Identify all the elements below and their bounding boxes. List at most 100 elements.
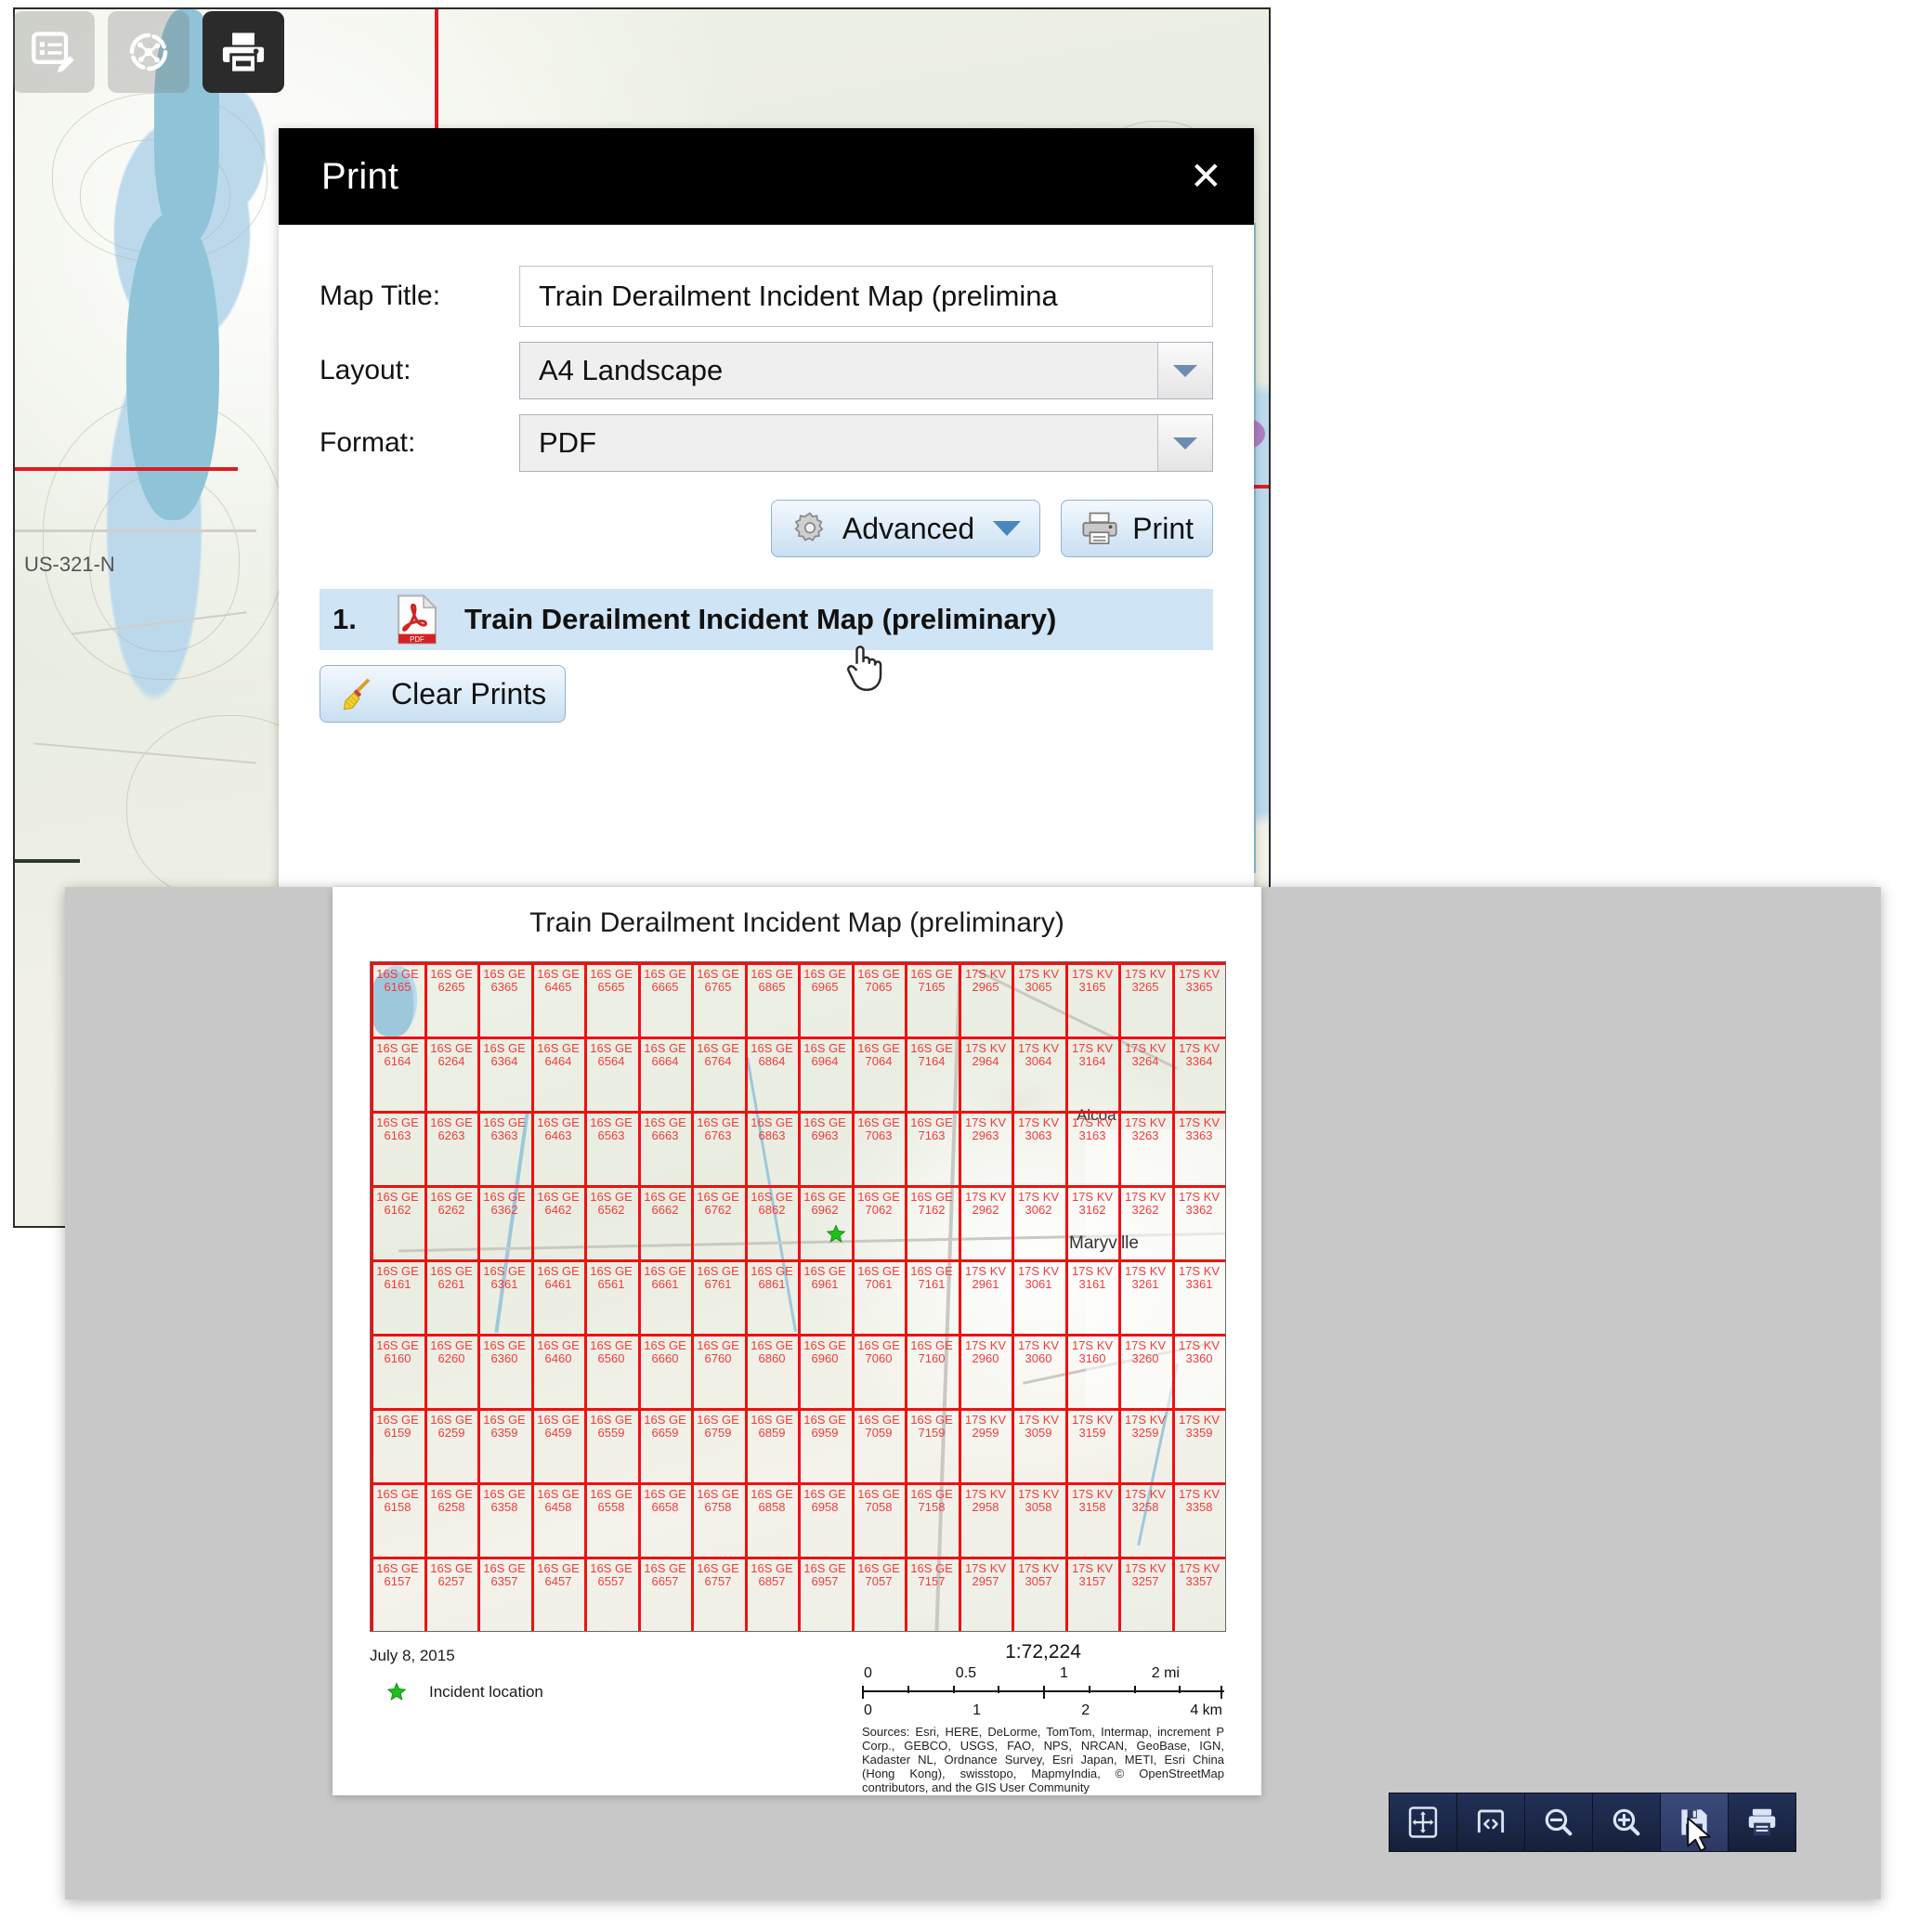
format-label: Format:	[320, 427, 416, 458]
grid-cell-label: 16S GE 6563	[590, 1115, 633, 1142]
grid-cell-label: 16S GE 6957	[803, 1561, 846, 1588]
zoom-in-tool[interactable]	[1593, 1793, 1661, 1851]
pdf-footer: July 8, 2015 Incident location 1:72,224 …	[370, 1641, 1224, 1794]
chevron-down-icon[interactable]	[1157, 343, 1212, 398]
grid-cell-label: 17S KV 3359	[1178, 1413, 1221, 1440]
grid-cell-label: 16S GE 6759	[697, 1413, 739, 1440]
grid-cell-label: 17S KV 3059	[1017, 1413, 1060, 1440]
grid-cell-label: 16S GE 6564	[590, 1041, 633, 1068]
pan-arrows-icon	[1408, 1806, 1438, 1838]
grid-line-vertical	[745, 962, 748, 1631]
print-result-row[interactable]: 1. PDF Train Derailment Incident Map (pr…	[320, 589, 1213, 650]
grid-cell-label: 17S KV 3264	[1124, 1041, 1167, 1068]
grid-cell-label: 16S GE 6263	[430, 1115, 473, 1142]
format-select-value: PDF	[539, 426, 596, 459]
grid-cell-label: 16S GE 6558	[590, 1487, 633, 1514]
print-dialog-body: Map Title: Train Derailment Incident Map…	[279, 225, 1254, 723]
grid-cell-label: 16S GE 6160	[376, 1338, 419, 1365]
grid-cell-label: 16S GE 7159	[910, 1413, 953, 1440]
grid-cell-label: 16S GE 7064	[857, 1041, 900, 1068]
grid-cell-label: 16S GE 7058	[857, 1487, 900, 1514]
map-title-input[interactable]: Train Derailment Incident Map (prelimina	[519, 266, 1213, 327]
print-tool[interactable]	[1729, 1793, 1795, 1851]
grid-cell-label: 17S KV 2957	[964, 1561, 1007, 1588]
grid-cell-label: 17S KV 3064	[1017, 1041, 1060, 1068]
network-trace-icon	[129, 33, 168, 72]
grid-cell-label: 16S GE 6560	[590, 1338, 633, 1365]
grid-line-vertical	[424, 962, 427, 1631]
map-road	[15, 529, 256, 532]
scale-mi-1: 0.5	[955, 1665, 977, 1681]
grid-cell-label: 16S GE 7059	[857, 1413, 900, 1440]
printer-icon	[1748, 1808, 1776, 1836]
grid-cell-label: 17S KV 3058	[1017, 1487, 1060, 1514]
grid-cell-label: 16S GE 6859	[751, 1413, 793, 1440]
edit-attributes-tool[interactable]	[13, 11, 95, 93]
grid-cell-label: 17S KV 2962	[964, 1190, 1007, 1217]
grid-line-vertical	[1012, 962, 1014, 1631]
advanced-button[interactable]: Advanced	[770, 500, 1041, 557]
grid-line-horizontal	[371, 1111, 1225, 1114]
scale-km-2: 2	[1081, 1702, 1090, 1718]
grid-line-horizontal	[371, 1482, 1225, 1485]
grid-cell-label: 16S GE 6265	[430, 967, 473, 994]
grid-cell-label: 16S GE 6663	[644, 1115, 686, 1142]
grid-cell-label: 16S GE 6760	[697, 1338, 739, 1365]
grid-line-vertical	[959, 962, 961, 1631]
pdf-viewer-toolbar	[1389, 1793, 1796, 1852]
grid-cell-label: 16S GE 6457	[537, 1561, 580, 1588]
svg-text:PDF: PDF	[410, 635, 424, 644]
zoom-out-tool[interactable]	[1525, 1793, 1593, 1851]
grid-cell-label: 16S GE 6463	[537, 1115, 580, 1142]
grid-cell-label: 16S GE 7157	[910, 1561, 953, 1588]
zoom-out-icon	[1545, 1808, 1573, 1836]
grid-cell-label: 16S GE 7165	[910, 967, 953, 994]
grid-cell-label: 16S GE 6861	[751, 1264, 793, 1291]
urban-area	[1086, 1129, 1225, 1408]
grid-cell-label: 16S GE 7065	[857, 967, 900, 994]
map-tool-buttons	[13, 11, 284, 93]
grid-cell-label: 16S GE 6159	[376, 1413, 419, 1440]
grid-cell-label: 16S GE 6162	[376, 1190, 419, 1217]
grid-line-horizontal	[371, 1037, 1225, 1039]
grid-line-horizontal	[371, 1557, 1225, 1559]
grid-cell-label: 17S KV 3060	[1017, 1338, 1060, 1365]
grid-cell-label: 16S GE 6757	[697, 1561, 739, 1588]
gear-icon	[794, 512, 824, 541]
print-result-number: 1.	[333, 603, 357, 635]
layout-select[interactable]: A4 Landscape	[519, 342, 1213, 399]
grid-cell-label: 16S GE 6658	[644, 1487, 686, 1514]
scale-mi-0: 0	[864, 1665, 872, 1681]
grid-cell-label: 16S GE 6460	[537, 1338, 580, 1365]
pan-tool[interactable]	[1390, 1793, 1457, 1851]
printer-icon	[222, 33, 265, 72]
print-button[interactable]: Print	[1061, 500, 1213, 557]
arrow-cursor	[1687, 1817, 1711, 1852]
grid-line-vertical	[1225, 962, 1226, 1631]
network-trace-tool[interactable]	[108, 11, 189, 93]
grid-cell-label: 16S GE 6261	[430, 1264, 473, 1291]
chevron-down-icon[interactable]	[1157, 415, 1212, 471]
grid-cell-label: 16S GE 6965	[803, 967, 846, 994]
grid-line-horizontal	[371, 1259, 1225, 1262]
grid-cell-label: 16S GE 6264	[430, 1041, 473, 1068]
pdf-map-image[interactable]: Alcoa Maryville 16S GE 6165 16S GE 6265 16…	[370, 961, 1226, 1632]
scale-km-3: 4 km	[1190, 1702, 1222, 1718]
close-icon[interactable]: ✕	[1190, 157, 1222, 196]
grid-cell-label: 16S GE 6963	[803, 1115, 846, 1142]
scale-mi-2: 1	[1059, 1665, 1068, 1681]
grid-cell-label: 16S GE 6161	[376, 1264, 419, 1291]
format-select[interactable]: PDF	[519, 414, 1213, 472]
grid-cell-label: 16S GE 6257	[430, 1561, 473, 1588]
fit-width-tool[interactable]	[1457, 1793, 1525, 1851]
incident-location-marker	[826, 1224, 846, 1249]
print-tool[interactable]	[202, 11, 284, 93]
grid-cell-label: 16S GE 7164	[910, 1041, 953, 1068]
grid-cell-label: 16S GE 7163	[910, 1115, 953, 1142]
grid-cell-label: 17S KV 2959	[964, 1413, 1007, 1440]
grid-line-horizontal	[371, 1631, 1225, 1632]
clear-prints-button[interactable]: Clear Prints	[320, 665, 567, 723]
grid-cell-label: 16S GE 7061	[857, 1264, 900, 1291]
printer-icon	[1082, 512, 1117, 544]
grid-cell-label: 16S GE 6464	[537, 1041, 580, 1068]
